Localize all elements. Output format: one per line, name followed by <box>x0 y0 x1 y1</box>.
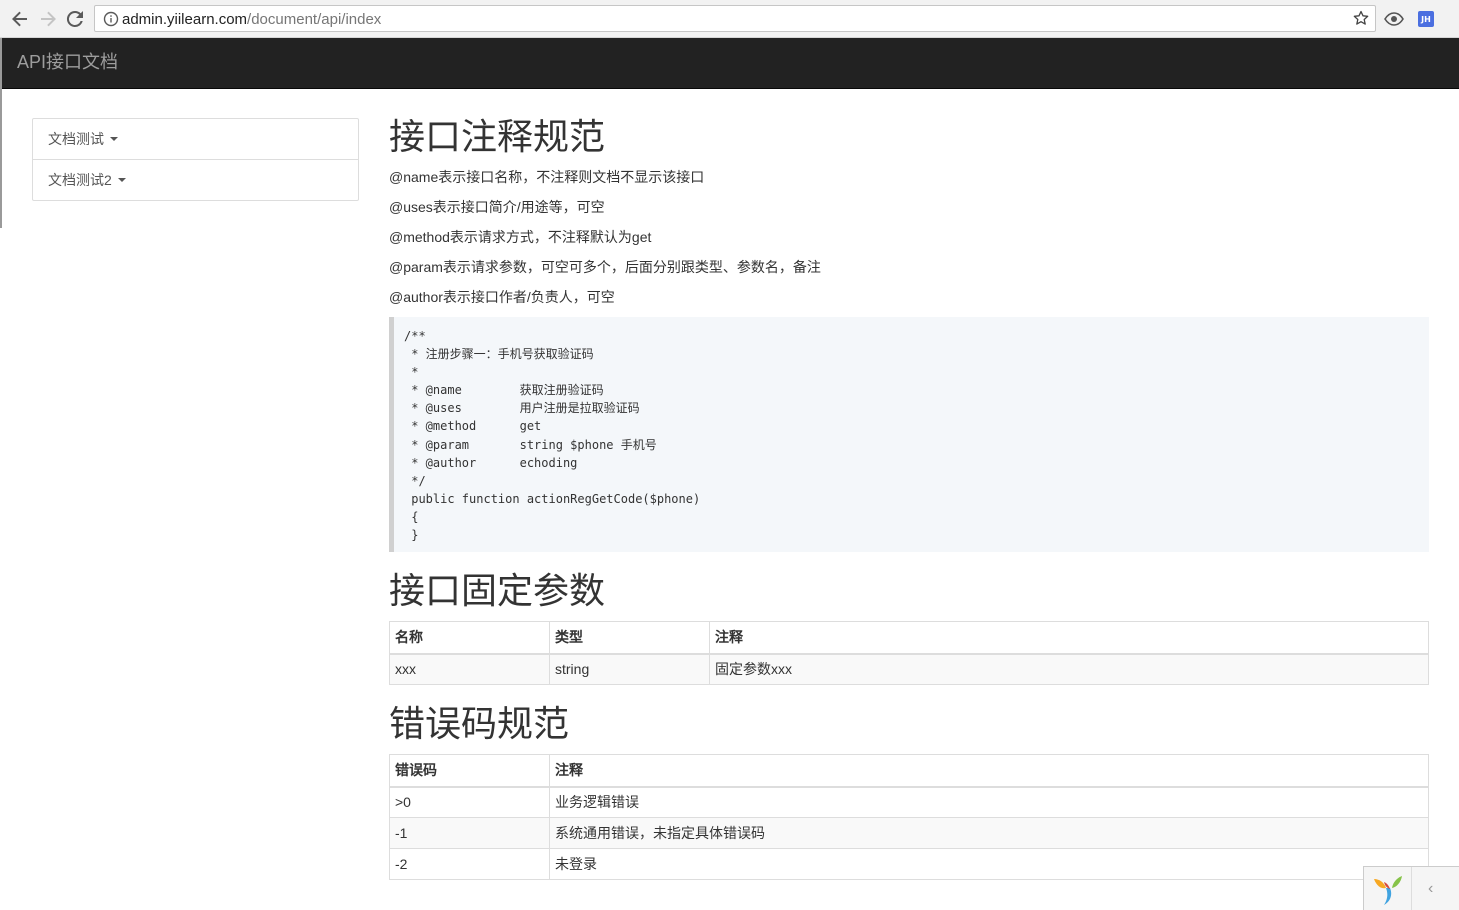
column-header-note: 注释 <box>549 754 1429 788</box>
caret-down-icon <box>110 137 118 142</box>
fixed-params-heading: 接口固定参数 <box>389 570 606 611</box>
error-code-cell: >0 <box>389 786 550 818</box>
rule-method: @method表示请求方式，不注释默认为get <box>389 229 652 245</box>
param-name-cell: xxx <box>389 653 550 685</box>
rule-param: @param表示请求参数，可空可多个，后面分别跟类型、参数名，备注 <box>389 259 821 275</box>
eye-extension-icon[interactable] <box>1384 9 1404 29</box>
sidebar-menu: 文档测试 文档测试2 <box>32 118 359 201</box>
back-arrow-icon[interactable] <box>8 7 32 31</box>
fixed-params-table: 名称 类型 注释 xxx string 固定参数xxx <box>389 621 1429 685</box>
error-codes-heading: 错误码规范 <box>389 703 570 744</box>
table-header-row: 名称 类型 注释 <box>389 621 1429 655</box>
navbar-brand[interactable]: API接口文档 <box>17 52 118 72</box>
sidebar-item-label: 文档测试2 <box>48 172 112 188</box>
reload-icon[interactable] <box>63 7 87 31</box>
address-bar[interactable]: admin.yiilearn.com/document/api/index <box>94 5 1376 32</box>
annotation-spec-heading: 接口注释规范 <box>389 116 606 157</box>
url-path: /document/api/index <box>247 11 382 28</box>
rule-uses: @uses表示接口简介/用途等，可空 <box>389 199 605 215</box>
error-note-cell: 系统通用错误，未指定具体错误码 <box>549 817 1429 849</box>
browser-toolbar: admin.yiilearn.com/document/api/index JH <box>0 0 1459 38</box>
table-row: -1 系统通用错误，未指定具体错误码 <box>389 817 1429 849</box>
toolbar-divider <box>1411 867 1412 910</box>
table-row: xxx string 固定参数xxx <box>389 653 1429 685</box>
code-example-block: /** * 注册步骤一：手机号获取验证码 * * @name 获取注册验证码 *… <box>389 317 1429 552</box>
page-left-border <box>0 38 2 228</box>
forward-arrow-icon[interactable] <box>36 7 60 31</box>
error-note-cell: 未登录 <box>549 848 1429 880</box>
bookmark-star-icon[interactable] <box>1353 10 1369 26</box>
rule-author: @author表示接口作者/负责人，可空 <box>389 289 615 305</box>
yii-logo-icon[interactable] <box>1372 873 1404 907</box>
table-row: >0 业务逻辑错误 <box>389 786 1429 818</box>
caret-down-icon <box>117 178 126 183</box>
info-icon[interactable] <box>103 11 119 27</box>
toolbar-toggle-chevron-icon[interactable]: ‹ <box>1428 879 1433 899</box>
sidebar-item-label: 文档测试 <box>48 131 104 147</box>
url-host: admin.yiilearn.com <box>122 11 248 28</box>
column-header-type: 类型 <box>549 621 710 655</box>
yii-debug-toolbar: ‹ <box>1363 866 1459 910</box>
error-note-cell: 业务逻辑错误 <box>549 786 1429 818</box>
top-navbar: API接口文档 <box>2 38 1459 89</box>
table-header-row: 错误码 注释 <box>389 754 1429 788</box>
sidebar-item-doc-test-2[interactable]: 文档测试2 <box>33 160 358 200</box>
column-header-error-code: 错误码 <box>389 754 550 788</box>
url-text: admin.yiilearn.com/document/api/index <box>122 11 381 28</box>
column-header-name: 名称 <box>389 621 550 655</box>
rule-name: @name表示接口名称，不注释则文档不显示该接口 <box>389 169 705 185</box>
jh-extension-icon[interactable]: JH <box>1418 11 1434 27</box>
param-note-cell: 固定参数xxx <box>709 653 1429 685</box>
param-type-cell: string <box>549 653 710 685</box>
error-code-cell: -2 <box>389 848 550 880</box>
sidebar-item-doc-test[interactable]: 文档测试 <box>33 119 358 160</box>
error-code-cell: -1 <box>389 817 550 849</box>
column-header-note: 注释 <box>709 621 1429 655</box>
table-row: -2 未登录 <box>389 848 1429 880</box>
error-codes-table: 错误码 注释 >0 业务逻辑错误 -1 系统通用错误，未指定具体错误码 -2 未… <box>389 754 1429 880</box>
